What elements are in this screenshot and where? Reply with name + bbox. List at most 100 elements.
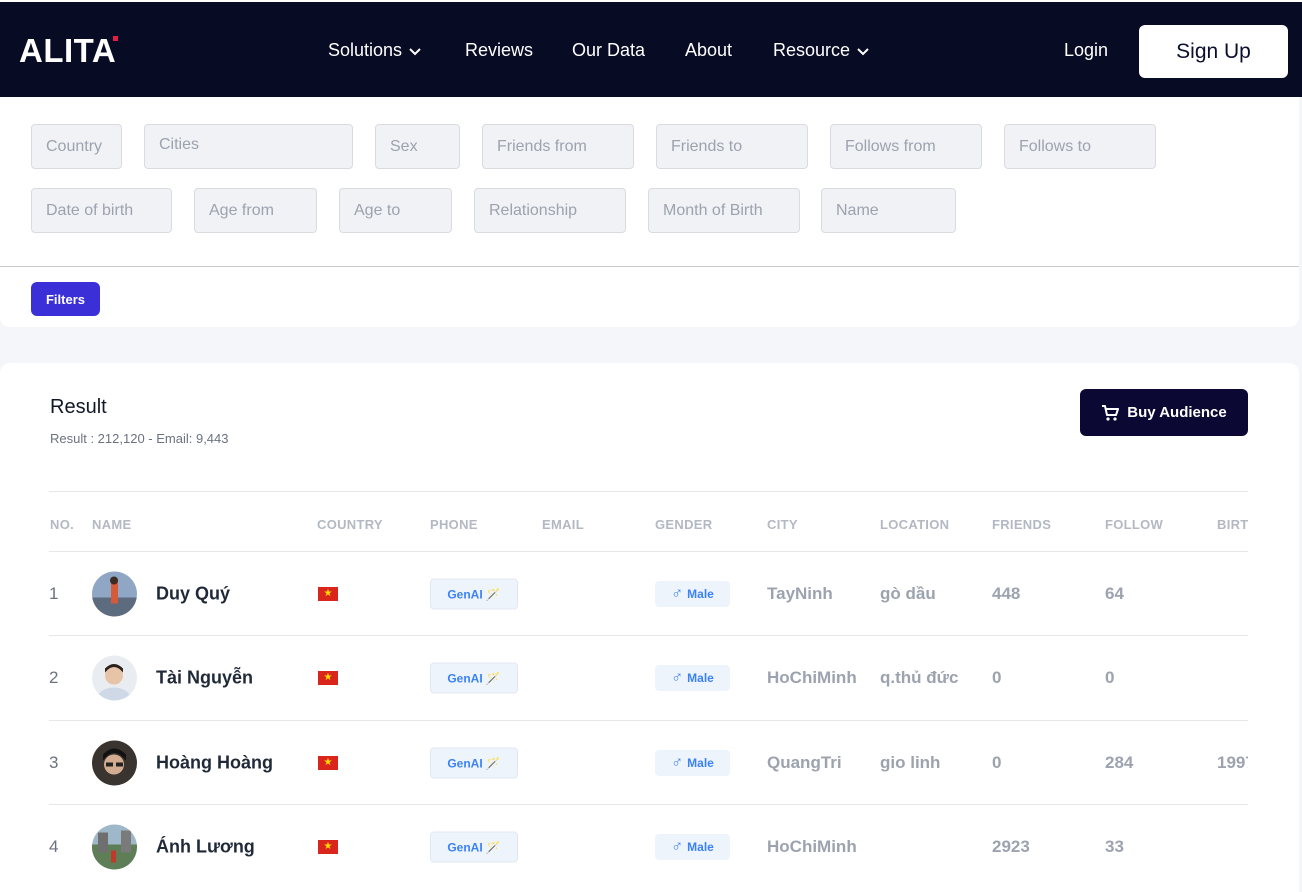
male-icon: ♂: [671, 585, 684, 602]
sex-select[interactable]: Sex: [375, 124, 460, 169]
person-name[interactable]: Tài Nguyễn: [156, 668, 253, 689]
wand-icon: 🪄: [485, 756, 501, 770]
location-cell: gio linh: [880, 753, 941, 772]
age-to-input[interactable]: Age to: [339, 188, 452, 233]
friends-cell: 0: [992, 668, 1002, 687]
nav-our-data[interactable]: Our Data: [572, 40, 645, 61]
person-name[interactable]: Hoàng Hoàng: [156, 753, 273, 774]
nav-our-data-label: Our Data: [572, 40, 646, 60]
relationship-select[interactable]: Relationship: [474, 188, 626, 233]
follows-from-input[interactable]: Follows from: [830, 124, 982, 169]
filters-panel: Country Cities Sex Friends from Friends …: [0, 97, 1299, 327]
chevron-down-icon: [409, 47, 421, 55]
follows-to-input[interactable]: Follows to: [1004, 124, 1156, 169]
top-navbar: ALITA Solutions Reviews Our Data About R…: [0, 0, 1302, 97]
friends-cell: 448: [992, 584, 1021, 603]
friends-to-input[interactable]: Friends to: [656, 124, 808, 169]
avatar: [92, 655, 137, 701]
col-header-no: NO.: [50, 517, 75, 532]
genai-label: GenAI: [447, 671, 483, 685]
wand-icon: 🪄: [485, 840, 501, 854]
col-header-phone: PHONE: [430, 517, 478, 532]
friends-from-input[interactable]: Friends from: [482, 124, 634, 169]
date-of-birth-input[interactable]: Date of birth: [31, 188, 172, 233]
male-icon: ♂: [671, 838, 684, 855]
cart-icon: [1102, 404, 1120, 421]
genai-phone-button[interactable]: GenAI 🪄: [430, 578, 518, 610]
buy-audience-button[interactable]: Buy Audience: [1080, 389, 1248, 436]
vietnam-flag-icon: ★: [318, 587, 338, 601]
follow-cell: 33: [1105, 837, 1124, 856]
nav-resource[interactable]: Resource: [773, 40, 870, 61]
filters-button[interactable]: Filters: [31, 282, 100, 316]
col-header-city: CITY: [767, 517, 798, 532]
city-cell: HoChiMinh: [767, 837, 857, 856]
table-row[interactable]: 4 Ánh Lương ★ GenAI 🪄 ♂ Male HoChiMinh 292…: [49, 804, 1248, 889]
nav-solutions-label: Solutions: [328, 40, 403, 60]
result-title: Result: [50, 396, 107, 418]
result-summary: Result : 212,120 - Email: 9,443: [50, 431, 229, 446]
person-name[interactable]: Duy Quý: [156, 584, 230, 605]
gender-badge: ♂ Male: [655, 581, 730, 607]
gender-label: Male: [687, 587, 714, 601]
city-cell: QuangTri: [767, 753, 842, 772]
row-number: 4: [49, 837, 59, 856]
wand-icon: 🪄: [485, 671, 501, 685]
filters-divider: [0, 266, 1299, 267]
result-card: Result Result : 212,120 - Email: 9,443 B…: [0, 363, 1299, 892]
male-icon: ♂: [671, 754, 684, 771]
gender-badge: ♂ Male: [655, 750, 730, 776]
gender-label: Male: [687, 840, 714, 854]
wand-icon: 🪄: [485, 587, 501, 601]
table-row[interactable]: 1 Duy Quý ★ GenAI 🪄 ♂ Male TayNinh gò dầu …: [49, 551, 1248, 636]
row-number: 1: [49, 584, 59, 603]
genai-phone-button[interactable]: GenAI 🪄: [430, 662, 518, 694]
city-cell: TayNinh: [767, 584, 833, 603]
alita-logo[interactable]: ALITA: [19, 32, 119, 70]
location-cell: q.thủ đức: [880, 668, 959, 687]
genai-label: GenAI: [447, 587, 483, 601]
follow-cell: 64: [1105, 584, 1124, 603]
follow-cell: 284: [1105, 753, 1134, 772]
follow-cell: 0: [1105, 668, 1115, 687]
buy-audience-label: Buy Audience: [1127, 404, 1227, 421]
login-link[interactable]: Login: [1064, 40, 1108, 61]
vietnam-flag-icon: ★: [318, 756, 338, 770]
friends-cell: 2923: [992, 837, 1030, 856]
signup-button[interactable]: Sign Up: [1139, 25, 1288, 78]
gender-label: Male: [687, 756, 714, 770]
nav-solutions[interactable]: Solutions: [328, 40, 422, 61]
male-icon: ♂: [671, 669, 684, 686]
gender-badge: ♂ Male: [655, 665, 730, 691]
nav-reviews-label: Reviews: [465, 40, 534, 60]
row-number: 2: [49, 668, 59, 687]
col-header-gender: GENDER: [655, 517, 713, 532]
friends-cell: 0: [992, 753, 1002, 772]
vietnam-flag-icon: ★: [318, 840, 338, 854]
nav-about-label: About: [685, 40, 733, 60]
col-header-email: EMAIL: [542, 517, 584, 532]
col-header-name: NAME: [92, 517, 132, 532]
city-cell: HoChiMinh: [767, 668, 857, 687]
genai-phone-button[interactable]: GenAI 🪄: [430, 747, 518, 779]
nav-reviews[interactable]: Reviews: [465, 40, 533, 61]
name-input[interactable]: Name: [821, 188, 956, 233]
person-name[interactable]: Ánh Lương: [156, 837, 255, 858]
genai-label: GenAI: [447, 840, 483, 854]
nav-resource-label: Resource: [773, 40, 851, 60]
avatar: [92, 824, 137, 870]
table-row[interactable]: 2 Tài Nguyễn ★ GenAI 🪄 ♂ Male HoChiMinh q.…: [49, 635, 1248, 720]
gender-badge: ♂ Male: [655, 834, 730, 860]
month-of-birth-select[interactable]: Month of Birth: [648, 188, 800, 233]
genai-phone-button[interactable]: GenAI 🪄: [430, 831, 518, 863]
avatar: [92, 571, 137, 617]
table-row[interactable]: 3 Hoàng Hoàng ★ GenAI 🪄 ♂ Male QuangTri gi…: [49, 720, 1248, 805]
vietnam-flag-icon: ★: [318, 671, 338, 685]
country-select[interactable]: Country: [31, 124, 122, 169]
nav-about[interactable]: About: [685, 40, 732, 61]
col-header-country: COUNTRY: [317, 517, 383, 532]
cities-select[interactable]: Cities: [144, 124, 353, 169]
result-table: NO. NAME COUNTRY PHONE EMAIL GENDER CITY…: [49, 492, 1248, 892]
age-from-input[interactable]: Age from: [194, 188, 317, 233]
row-number: 3: [49, 753, 59, 772]
